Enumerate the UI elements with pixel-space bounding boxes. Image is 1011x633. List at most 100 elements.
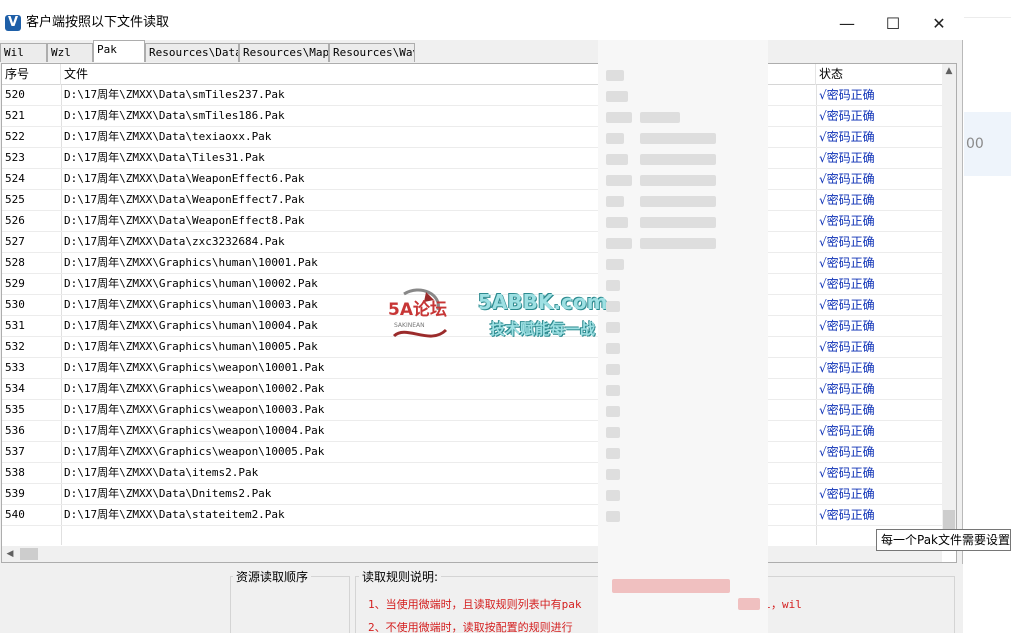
title-bar[interactable]: V 客户端按照以下文件读取 — ☐ ✕ — [0, 0, 963, 40]
table-row[interactable]: 524 D:\17周年\ZMXX\Data\WeaponEffect6.Pak √密… — [2, 169, 942, 190]
row-status: √密码正确 — [819, 382, 875, 396]
row-status: √密码正确 — [819, 193, 875, 207]
redacted-text — [606, 490, 620, 501]
row-status: √密码正确 — [819, 508, 875, 522]
horizontal-scroll-thumb[interactable] — [20, 548, 38, 560]
resource-order-title: 资源读取顺序 — [233, 570, 312, 584]
row-file-path: D:\17周年\ZMXX\Graphics\human\10001.Pak — [64, 256, 318, 269]
row-index: 526 — [5, 214, 25, 227]
table-row[interactable]: 538 D:\17周年\ZMXX\Data\items2.Pak √密码正确 — [2, 463, 942, 484]
redacted-text — [606, 343, 620, 354]
row-file-path: D:\17周年\ZMXX\Graphics\weapon\10002.Pak — [64, 382, 325, 395]
row-index: 524 — [5, 172, 25, 185]
row-index: 528 — [5, 256, 25, 269]
table-row[interactable]: 528 D:\17周年\ZMXX\Graphics\human\10001.Pak… — [2, 253, 942, 274]
row-file-path: D:\17周年\ZMXX\Data\smTiles237.Pak — [64, 88, 285, 101]
background-text: 00 — [966, 136, 984, 152]
row-file-path: D:\17周年\ZMXX\Data\smTiles186.Pak — [64, 109, 285, 122]
table-row[interactable]: 523 D:\17周年\ZMXX\Data\Tiles31.Pak √密码正确 — [2, 148, 942, 169]
row-file-path: D:\17周年\ZMXX\Data\Tiles31.Pak — [64, 151, 265, 164]
redacted-rule-text — [738, 598, 760, 610]
redacted-text — [606, 448, 620, 459]
row-status: √密码正确 — [819, 235, 875, 249]
redacted-text — [640, 133, 716, 144]
row-file-path: D:\17周年\ZMXX\Data\zxc3232684.Pak — [64, 235, 285, 248]
redacted-text — [606, 280, 620, 291]
table-row[interactable]: 539 D:\17周年\ZMXX\Data\Dnitems2.Pak √密码正确 — [2, 484, 942, 505]
table-row[interactable]: 520 D:\17周年\ZMXX\Data\smTiles237.Pak √密码正确 — [2, 85, 942, 106]
maximize-button[interactable]: ☐ — [870, 8, 916, 40]
tab-wzl[interactable]: Wzl — [47, 43, 93, 62]
row-status: √密码正确 — [819, 424, 875, 438]
row-status: √密码正确 — [819, 130, 875, 144]
row-file-path: D:\17周年\ZMXX\Graphics\weapon\10005.Pak — [64, 445, 325, 458]
forum-logo-text: 5A论坛 — [388, 300, 447, 320]
row-index: 533 — [5, 361, 25, 374]
row-index: 537 — [5, 445, 25, 458]
row-index: 530 — [5, 298, 25, 311]
row-index: 527 — [5, 235, 25, 248]
column-header-index[interactable]: 序号 — [2, 64, 61, 85]
close-button[interactable]: ✕ — [916, 8, 962, 40]
row-status: √密码正确 — [819, 361, 875, 375]
table-row[interactable]: 533 D:\17周年\ZMXX\Graphics\weapon\10001.Pa… — [2, 358, 942, 379]
row-index: 529 — [5, 277, 25, 290]
redacted-text — [606, 217, 628, 228]
tab-resources-wav[interactable]: Resources\Wav — [329, 43, 415, 62]
redacted-rule-text — [612, 579, 730, 593]
table-row[interactable]: 525 D:\17周年\ZMXX\Data\WeaponEffect7.Pak √密… — [2, 190, 942, 211]
row-index: 539 — [5, 487, 25, 500]
rule-line-2: 2、不使用微端时，读取按配置的规则进行 — [368, 621, 573, 633]
scroll-left-arrow-icon[interactable]: ◀ — [2, 546, 18, 562]
row-index: 536 — [5, 424, 25, 437]
row-status: √密码正确 — [819, 340, 875, 354]
redacted-text — [606, 259, 624, 270]
row-index: 525 — [5, 193, 25, 206]
table-row[interactable]: 521 D:\17周年\ZMXX\Data\smTiles186.Pak √密码正确 — [2, 106, 942, 127]
row-file-path: D:\17周年\ZMXX\Data\stateitem2.Pak — [64, 508, 285, 521]
table-row[interactable]: 534 D:\17周年\ZMXX\Graphics\weapon\10002.Pa… — [2, 379, 942, 400]
row-file-path: D:\17周年\ZMXX\Graphics\weapon\10004.Pak — [64, 424, 325, 437]
table-row[interactable]: 537 D:\17周年\ZMXX\Graphics\weapon\10005.Pa… — [2, 442, 942, 463]
row-file-path: D:\17周年\ZMXX\Data\Dnitems2.Pak — [64, 487, 272, 500]
redacted-text — [606, 238, 632, 249]
horizontal-scrollbar[interactable]: ◀ — [2, 546, 942, 562]
redacted-text — [640, 238, 716, 249]
forum-slogan: 技术赋能每一战 — [490, 320, 596, 338]
tab-pak[interactable]: Pak — [93, 40, 145, 62]
row-file-path: D:\17周年\ZMXX\Data\items2.Pak — [64, 466, 259, 479]
redacted-text — [606, 112, 632, 123]
tab-wil[interactable]: Wil — [0, 43, 47, 62]
redacted-text — [606, 91, 628, 102]
row-index: 535 — [5, 403, 25, 416]
table-row[interactable]: 527 D:\17周年\ZMXX\Data\zxc3232684.Pak √密码正确 — [2, 232, 942, 253]
row-index: 520 — [5, 88, 25, 101]
row-status: √密码正确 — [819, 109, 875, 123]
row-index: 532 — [5, 340, 25, 353]
redacted-text — [606, 154, 628, 165]
table-row[interactable]: 522 D:\17周年\ZMXX\Data\texiaoxx.Pak √密码正确 — [2, 127, 942, 148]
table-row[interactable]: 536 D:\17周年\ZMXX\Graphics\weapon\10004.Pa… — [2, 421, 942, 442]
redacted-text — [606, 133, 624, 144]
column-header-status[interactable]: 状态 — [816, 64, 942, 85]
row-status: √密码正确 — [819, 445, 875, 459]
forum-watermark: 5A论坛 SAKINEAN 5ABBK.com 技术赋能每一战 — [386, 284, 626, 350]
list-header: 序号 文件 状态 — [2, 64, 942, 85]
row-status: √密码正确 — [819, 298, 875, 312]
table-row[interactable]: 526 D:\17周年\ZMXX\Data\WeaponEffect8.Pak √密… — [2, 211, 942, 232]
row-file-path: D:\17周年\ZMXX\Data\WeaponEffect8.Pak — [64, 214, 305, 227]
redacted-text — [606, 175, 632, 186]
scroll-up-arrow-icon[interactable]: ▲ — [942, 64, 956, 78]
vertical-scrollbar[interactable]: ▲ — [942, 64, 956, 546]
redacted-text — [640, 112, 680, 123]
background-divider — [964, 17, 1011, 18]
tab-strip: Wil Wzl Pak Resources\Data Resources\Map… — [0, 40, 963, 62]
table-row[interactable]: 535 D:\17周年\ZMXX\Graphics\weapon\10003.Pa… — [2, 400, 942, 421]
tab-resources-map[interactable]: Resources\Map — [239, 43, 329, 62]
redacted-text — [606, 70, 624, 81]
row-file-path: D:\17周年\ZMXX\Graphics\weapon\10001.Pak — [64, 361, 325, 374]
row-file-path: D:\17周年\ZMXX\Graphics\weapon\10003.Pak — [64, 403, 325, 416]
tab-resources-data[interactable]: Resources\Data — [145, 43, 239, 62]
minimize-button[interactable]: — — [824, 8, 870, 40]
table-row[interactable]: 540 D:\17周年\ZMXX\Data\stateitem2.Pak √密码正确 — [2, 505, 942, 526]
